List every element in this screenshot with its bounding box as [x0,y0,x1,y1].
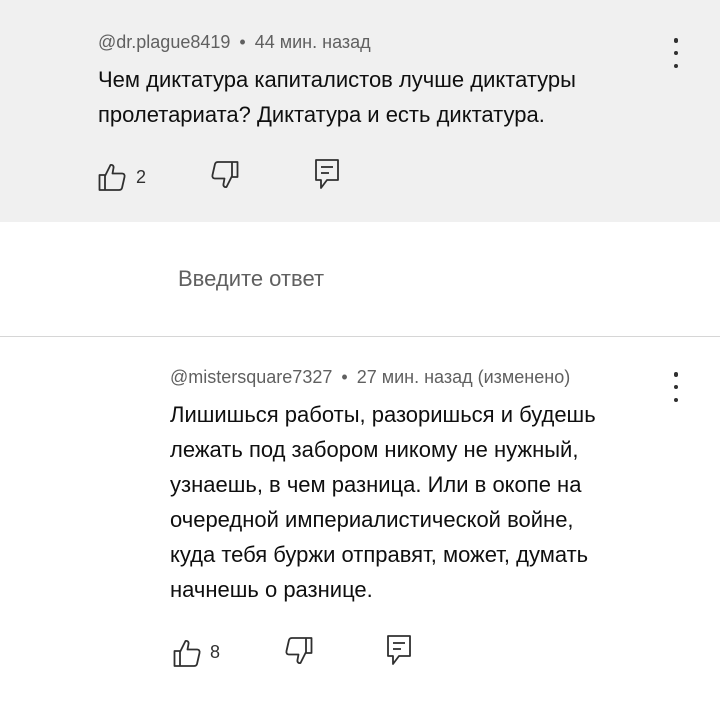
reply-text-line: узнаешь, в чем разница. Или в окопе на [170,472,582,497]
thumbs-down-icon[interactable] [284,636,314,666]
divider [0,336,720,337]
meta-separator: • [239,32,246,52]
meta-separator: • [341,367,348,387]
reply-meta: @mistersquare7327 • 27 мин. назад (измен… [170,367,570,388]
comment-text-line: Чем диктатура капиталистов лучше диктату… [98,67,576,92]
reply-text-line: очередной империалистической войне, [170,507,574,532]
comment-meta: @dr.plague8419 • 44 мин. назад [98,32,371,53]
like-count: 2 [136,167,147,187]
reply-icon[interactable] [386,634,412,666]
reply-input[interactable]: Введите ответ [178,266,324,292]
reply-text-line: лежать под забором никому не нужный, [170,437,579,462]
comment-time[interactable]: 44 мин. назад [255,32,371,52]
highlighted-comment: @dr.plague8419 • 44 мин. назад Чем дикта… [0,0,720,222]
comment-text-line: пролетариата? Диктатура и есть диктатура… [98,102,545,127]
reply-text-line: Лишишься работы, разоришься и будешь [170,402,596,427]
reply-icon[interactable] [314,158,340,190]
reply-time[interactable]: 27 мин. назад (изменено) [357,367,571,387]
reply-author[interactable]: @mistersquare7327 [170,367,332,387]
reply-text-line: начнешь о разнице. [170,577,373,602]
comment-author[interactable]: @dr.plague8419 [98,32,230,52]
like-count: 8 [210,642,221,662]
thumbs-down-icon[interactable] [210,160,240,190]
reply-text-line: куда тебя буржи отправят, может, думать [170,542,589,567]
thumbs-up-icon[interactable] [97,162,127,192]
reply-text: Лишишься работы, разоришься и будешь леж… [170,397,690,607]
comment-text: Чем диктатура капиталистов лучше диктату… [98,62,678,132]
thumbs-up-icon[interactable] [172,638,202,668]
